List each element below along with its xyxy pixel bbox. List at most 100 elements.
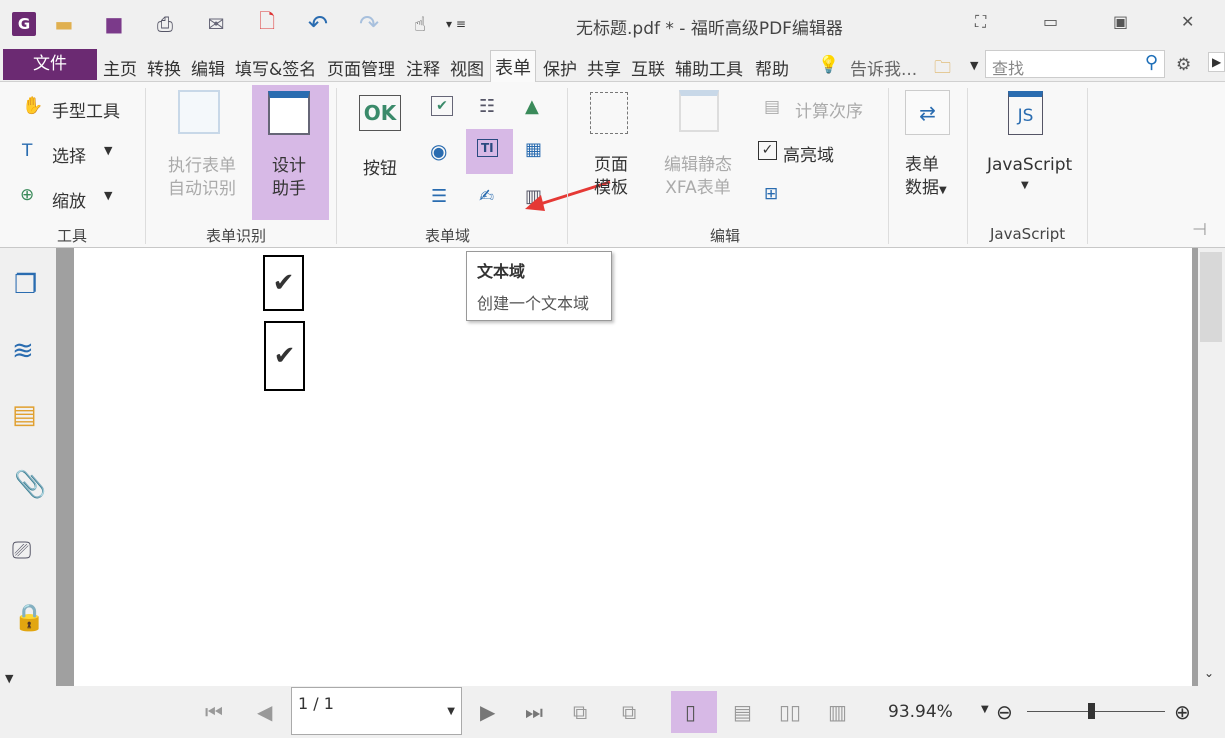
vertical-scrollbar[interactable]: ⌄ — [1192, 248, 1225, 686]
tab-home[interactable]: 主页 — [103, 55, 137, 80]
highlight-fields-checkbox[interactable]: ✓ — [758, 141, 777, 160]
radio-button-field-icon[interactable]: ◉ — [430, 139, 447, 163]
zoom-dropdown-icon[interactable]: ▼ — [981, 704, 989, 715]
tab-accessibility[interactable]: 辅助工具 — [675, 55, 743, 80]
page-dropdown-icon[interactable]: ▼ — [447, 706, 455, 717]
folder-search-icon[interactable]: 🗀 — [934, 55, 951, 84]
zoom-level[interactable]: 93.94% — [888, 702, 953, 722]
date-field-icon[interactable]: ▦ — [525, 139, 542, 160]
edit-xfa-icon — [679, 90, 719, 132]
calc-order-button[interactable]: 计算次序 — [795, 97, 863, 122]
tab-help[interactable]: 帮助 — [755, 55, 789, 80]
fullscreen-icon[interactable]: ⛶ — [975, 12, 986, 32]
tab-fill-sign[interactable]: 填写&签名 — [235, 55, 316, 80]
panel-splitter[interactable] — [56, 248, 74, 686]
tab-protect[interactable]: 保护 — [543, 55, 577, 80]
form-data-label-1: 表单 — [905, 155, 939, 175]
group-label-form-recognition: 表单识别 — [206, 227, 267, 245]
tab-connect[interactable]: 互联 — [631, 55, 665, 80]
hand-tool-button[interactable]: 手型工具 — [52, 97, 120, 122]
javascript-button[interactable]: JavaScript — [987, 155, 1072, 175]
zoom-slider-thumb[interactable] — [1088, 703, 1095, 719]
add-form-icon[interactable]: ⊞ — [764, 184, 778, 204]
attachments-panel-icon[interactable]: 📎 — [14, 470, 46, 500]
signature-field-icon[interactable]: ✍ — [479, 186, 494, 207]
gear-icon[interactable]: ⚙ — [1176, 55, 1191, 75]
tab-form[interactable]: 表单 — [490, 50, 536, 85]
select-dropdown-icon[interactable]: ▼ — [104, 144, 112, 157]
customize-toolbar-icon[interactable]: ▾ ≡ — [444, 12, 468, 36]
design-assistant-button[interactable]: 设计 助手 — [252, 85, 329, 220]
list-box-field-icon[interactable]: ☷ — [479, 96, 495, 117]
text-field-button[interactable]: TI — [466, 129, 513, 174]
continuous-view-icon[interactable]: ▤ — [733, 700, 752, 724]
calc-order-icon: ▤ — [764, 97, 781, 117]
page-template-label-2: 模板 — [594, 178, 628, 198]
save-icon[interactable]: ■ — [102, 12, 126, 36]
javascript-dropdown-icon[interactable]: ▼ — [1021, 180, 1029, 191]
zoom-in-icon[interactable]: ⊕ — [1174, 700, 1191, 724]
text-field-icon: TI — [477, 139, 498, 157]
zoom-slider[interactable] — [1027, 711, 1165, 712]
facing-view-icon[interactable]: ▯▯ — [779, 700, 801, 724]
undo-icon[interactable]: ↶ — [306, 10, 330, 38]
redo-icon[interactable]: ↷ — [357, 10, 381, 38]
signatures-panel-icon[interactable]: ⎚ — [12, 536, 31, 564]
tab-convert[interactable]: 转换 — [147, 55, 181, 80]
image-field-icon[interactable]: ▲ — [525, 96, 539, 117]
button-field-button[interactable]: 按钮 — [363, 154, 397, 179]
continuous-facing-icon[interactable]: ▥ — [828, 700, 847, 724]
tab-edit[interactable]: 编辑 — [191, 55, 225, 80]
close-button[interactable]: ✕ — [1181, 12, 1194, 31]
previous-view-icon[interactable]: ⧉ — [573, 700, 587, 724]
search-icon[interactable]: ⚲ — [1145, 52, 1158, 73]
page-template-button[interactable]: 页面 模板 — [594, 154, 628, 200]
pin-ribbon-icon[interactable]: ⊣ — [1192, 220, 1207, 240]
scrollbar-thumb[interactable] — [1200, 252, 1222, 342]
email-icon[interactable]: ✉ — [204, 12, 228, 36]
zoom-out-icon[interactable]: ⊖ — [996, 700, 1013, 724]
checkbox-field-icon[interactable]: ✔ — [431, 96, 453, 116]
layers-panel-icon[interactable]: ≋ — [12, 336, 34, 366]
tab-view[interactable]: 视图 — [450, 55, 484, 80]
next-view-icon[interactable]: ⧉ — [622, 700, 636, 724]
security-lock-icon[interactable]: 🔒 — [13, 603, 45, 633]
menu-tabs: 文件 主页 转换 编辑 填写&签名 页面管理 注释 视图 表单 保护 共享 互联… — [0, 48, 1225, 85]
print-icon[interactable]: ⎙ — [153, 12, 177, 36]
search-input[interactable]: 查找 ⚲ — [985, 50, 1165, 78]
comments-panel-icon[interactable]: ▤ — [12, 400, 37, 430]
scroll-down-icon[interactable]: ⌄ — [1204, 666, 1214, 680]
hand-pointer-icon[interactable]: ☝ — [408, 12, 432, 36]
tell-me-input[interactable]: 告诉我... — [850, 55, 917, 80]
first-page-icon[interactable]: ⏮ — [205, 700, 223, 724]
new-document-icon[interactable]: 🗋 — [255, 9, 279, 36]
page-number-input[interactable]: 1 / 1 ▼ — [291, 687, 462, 735]
checkbox-field[interactable]: ✔ — [263, 255, 304, 311]
window-title: 无标题.pdf * - 福昕高级PDF编辑器 — [576, 19, 843, 39]
last-page-icon[interactable]: ⏭ — [525, 700, 543, 724]
previous-page-icon[interactable]: ◀ — [257, 700, 272, 724]
combo-box-field-icon[interactable]: ☰ — [431, 186, 447, 207]
tab-file[interactable]: 文件 — [3, 49, 97, 80]
zoom-button[interactable]: 缩放 — [52, 187, 86, 212]
tab-organize[interactable]: 页面管理 — [327, 55, 395, 80]
form-data-button[interactable]: 表单 数据▼ — [905, 154, 947, 202]
form-data-dropdown-icon: ▼ — [939, 185, 947, 196]
ribbon-scroll-right-icon[interactable]: ▶ — [1208, 52, 1225, 72]
tab-comment[interactable]: 注释 — [406, 55, 440, 80]
checkbox-field[interactable]: ✔ — [264, 321, 305, 391]
pages-panel-icon[interactable]: ❐ — [14, 270, 37, 300]
select-button[interactable]: 选择 — [52, 142, 86, 167]
next-page-icon[interactable]: ▶ — [480, 700, 495, 724]
search-placeholder: 查找 — [992, 59, 1025, 78]
sidebar-more-icon[interactable]: ▼ — [5, 672, 13, 685]
maximize-button[interactable]: ▣ — [1113, 12, 1128, 31]
run-form-recognition-button[interactable]: 执行表单 自动识别 — [166, 155, 238, 201]
edit-xfa-button[interactable]: 编辑静态 XFA表单 — [664, 154, 732, 200]
open-folder-icon[interactable]: ▬ — [52, 12, 76, 36]
chevron-down-icon[interactable]: ▼ — [970, 59, 978, 72]
tab-share[interactable]: 共享 — [587, 55, 621, 80]
single-page-view-button[interactable]: ▯ — [671, 691, 717, 733]
zoom-dropdown-icon[interactable]: ▼ — [104, 189, 112, 202]
minimize-button[interactable]: ▭ — [1043, 12, 1058, 31]
